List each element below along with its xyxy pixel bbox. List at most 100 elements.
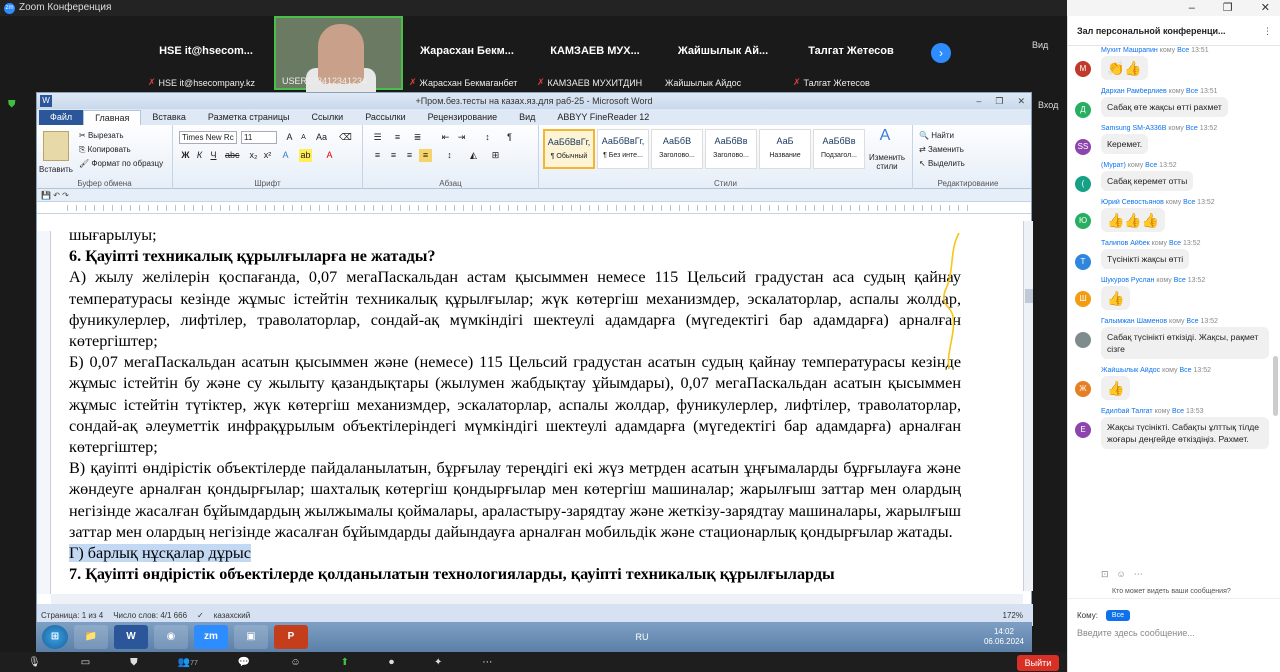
clock[interactable]: 14:02 06.06.2024: [984, 627, 1032, 647]
participant-tile[interactable]: Жайшылык Ай... Жайшылык Айдос: [659, 16, 787, 90]
increase-indent-icon[interactable]: ⇥: [455, 131, 468, 144]
word-taskbar-icon[interactable]: W: [114, 625, 148, 649]
participant-tile[interactable]: HSE it@hsecom... ✗ HSE it@hsecompany.kz: [142, 16, 270, 90]
app-icon[interactable]: ▣: [234, 625, 268, 649]
bullets-icon[interactable]: ☰: [371, 131, 384, 144]
numbering-icon[interactable]: ≡: [391, 131, 404, 144]
document-text[interactable]: шығарылуы; 6. Қауіпті техникалық құрылғыл…: [69, 231, 961, 585]
align-right-icon[interactable]: ≡: [403, 149, 416, 162]
next-page-icon[interactable]: ›: [931, 43, 951, 63]
chat-message[interactable]: Ж Жайшылык Айдос кому Все 13:52 👍: [1068, 367, 1280, 400]
participants-button[interactable]: 👥77: [178, 657, 198, 668]
style-preset[interactable]: АаБбВв Подзагол...: [813, 129, 865, 169]
zoom-level[interactable]: 172%: [1003, 611, 1023, 620]
chat-options-icon[interactable]: ⋮: [1263, 16, 1272, 46]
chat-message[interactable]: Е Едилбай Талгат кому Все 13:53 Жақсы түсі…: [1068, 408, 1280, 449]
save-icon[interactable]: 💾: [41, 191, 51, 200]
style-preset[interactable]: АаБ Название: [759, 129, 811, 169]
chat-icon[interactable]: 💬: [238, 657, 250, 668]
sender-name[interactable]: Юрий Севостьянов: [1101, 199, 1166, 206]
paste-button[interactable]: Вставить: [39, 165, 73, 174]
document-area[interactable]: шығарылуы; 6. Қауіпті техникалық құрылғыл…: [37, 231, 1023, 594]
document-paragraph[interactable]: 6. Қауіпті техникалық құрылғыларға не жа…: [69, 246, 961, 267]
subscript-icon[interactable]: x₂: [247, 149, 260, 162]
show-marks-icon[interactable]: ¶: [503, 131, 516, 144]
style-preset[interactable]: АаБбВвГг, ¶ Без инте...: [597, 129, 649, 169]
chat-message[interactable]: SS Samsung SM-A336B кому Все 13:52 Керемет…: [1068, 125, 1280, 155]
paste-icon[interactable]: [43, 131, 69, 161]
horizontal-scrollbar[interactable]: [51, 594, 1023, 604]
bold-icon[interactable]: Ж: [179, 149, 192, 162]
close-icon[interactable]: ✕: [1261, 0, 1270, 16]
style-preset[interactable]: АаБбВв Заголово...: [705, 129, 757, 169]
highlight-color-icon[interactable]: ab: [299, 149, 312, 162]
line-spacing-icon[interactable]: ↕: [443, 149, 456, 162]
style-preset[interactable]: АаБбВ Заголово...: [651, 129, 703, 169]
tab-mailings[interactable]: Рассылки: [354, 110, 416, 125]
mute-icon[interactable]: 🎙: [28, 657, 41, 668]
chrome-icon[interactable]: ◉: [154, 625, 188, 649]
language-status[interactable]: казахский: [214, 611, 251, 620]
tab-references[interactable]: Ссылки: [301, 110, 355, 125]
document-paragraph[interactable]: шығарылуы;: [69, 231, 961, 246]
grow-font-icon[interactable]: A: [283, 131, 296, 144]
shrink-font-icon[interactable]: A: [297, 131, 310, 144]
selected-text[interactable]: Г) барлық нұсқалар дұрыс: [69, 544, 251, 563]
react-icon[interactable]: ☺: [290, 657, 300, 668]
more-options-icon[interactable]: ⋯: [1134, 569, 1143, 580]
view-button[interactable]: Вид: [1032, 40, 1048, 50]
participant-video-tile[interactable]: USER123412341234: [274, 16, 403, 92]
multilevel-list-icon[interactable]: ≣: [411, 131, 424, 144]
sender-name[interactable]: Галымжан Шаменов: [1101, 318, 1169, 325]
sender-name[interactable]: Шукуров Руслан: [1101, 277, 1156, 284]
who-can-see-link[interactable]: Кто может видеть ваши сообщения?: [1068, 585, 1280, 599]
sender-name[interactable]: Едилбай Талгат: [1101, 408, 1155, 415]
tab-home[interactable]: Главная: [83, 110, 142, 125]
recipient-select[interactable]: Все: [1105, 610, 1130, 621]
powerpoint-taskbar-icon[interactable]: P: [274, 625, 308, 649]
italic-icon[interactable]: К: [193, 149, 206, 162]
word-close-icon[interactable]: ✕: [1017, 93, 1025, 109]
document-paragraph[interactable]: В) қауіпті өндірістік объектілерде пайда…: [69, 458, 961, 543]
align-left-icon[interactable]: ≡: [371, 149, 384, 162]
format-icon[interactable]: ⊡: [1101, 569, 1109, 580]
redo-icon[interactable]: ↷: [62, 191, 69, 200]
start-button-icon[interactable]: ⊞: [42, 625, 68, 649]
decrease-indent-icon[interactable]: ⇤: [439, 131, 452, 144]
align-center-icon[interactable]: ≡: [387, 149, 400, 162]
sender-name[interactable]: Мухит Машрапин: [1101, 47, 1160, 54]
copy-button[interactable]: ⎘ Копировать: [79, 145, 131, 155]
vertical-scrollbar[interactable]: [1023, 221, 1033, 591]
undo-icon[interactable]: ↶: [53, 191, 60, 200]
tab-insert[interactable]: Вставка: [141, 110, 196, 125]
restore-icon[interactable]: ❐: [1223, 0, 1233, 16]
scroll-thumb[interactable]: [1025, 289, 1033, 303]
sender-name[interactable]: Жайшылык Айдос: [1101, 367, 1162, 374]
more-icon[interactable]: ⋯: [482, 657, 492, 668]
font-color-icon[interactable]: A: [323, 149, 336, 162]
format-painter-button[interactable]: 🖌 Формат по образцу: [79, 159, 163, 168]
chat-message[interactable]: Ш Шукуров Руслан кому Все 13:52 👍: [1068, 277, 1280, 310]
chat-message[interactable]: Т Талипов Айбек кому Все 13:52 Түсінікті ж…: [1068, 240, 1280, 270]
cut-button[interactable]: ✂ Вырезать: [79, 131, 124, 140]
word-restore-icon[interactable]: ❐: [995, 93, 1003, 109]
justify-icon[interactable]: ≡: [419, 149, 432, 162]
explorer-icon[interactable]: 📁: [74, 625, 108, 649]
clear-formatting-icon[interactable]: ⌫: [339, 131, 352, 144]
chat-message-input[interactable]: Введите здесь сообщение...: [1077, 628, 1272, 638]
document-paragraph[interactable]: Г) барлық нұсқалар дұрыс: [69, 543, 961, 564]
document-paragraph[interactable]: Б) 0,07 мегаПаскальдан асатын қысыммен ж…: [69, 352, 961, 458]
chat-message[interactable]: Ю Юрий Севостьянов кому Все 13:52 👍👍👍: [1068, 199, 1280, 232]
text-effects-icon[interactable]: A: [279, 149, 292, 162]
chat-message[interactable]: Галымжан Шаменов кому Все 13:52 Сабақ түс…: [1068, 318, 1280, 359]
change-styles-icon[interactable]: A: [875, 128, 895, 149]
share-screen-icon[interactable]: ⬆: [341, 657, 349, 668]
document-paragraph[interactable]: А) жылу желілерін қоспағанда, 0,07 мегаП…: [69, 267, 961, 352]
tab-view[interactable]: Вид: [508, 110, 546, 125]
horizontal-ruler[interactable]: [37, 202, 1031, 214]
sender-name[interactable]: (Мурат): [1101, 162, 1128, 169]
style-preset[interactable]: АаБбВвГг, ¶ Обычный: [543, 129, 595, 169]
record-icon[interactable]: ⏺: [389, 657, 394, 668]
select-button[interactable]: ↖ Выделить: [919, 159, 965, 168]
sender-name[interactable]: Samsung SM-A336B: [1101, 125, 1168, 132]
